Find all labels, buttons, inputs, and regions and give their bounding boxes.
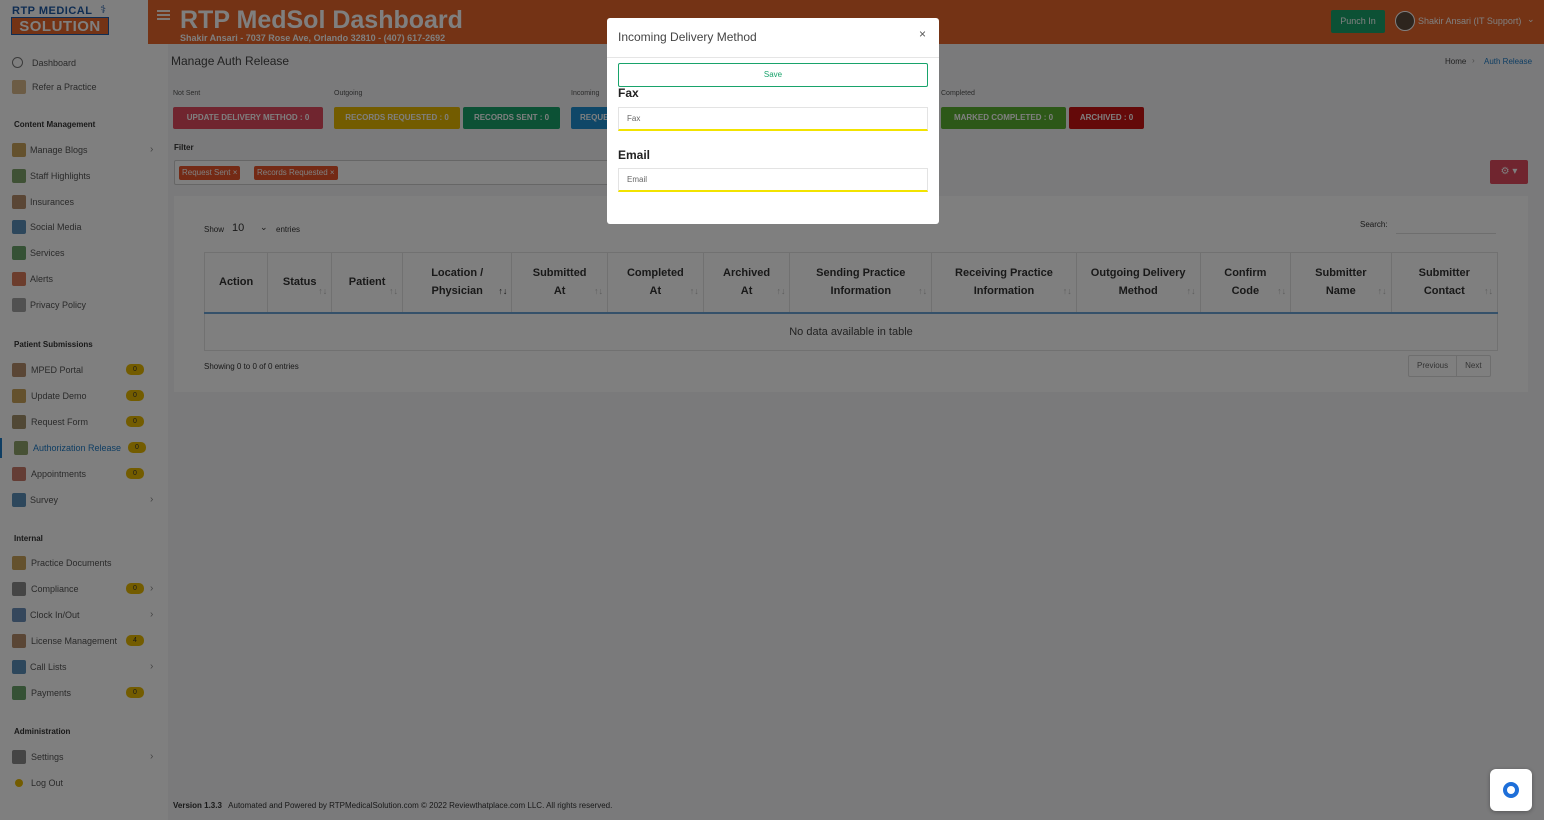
fax-label: Fax <box>618 86 639 100</box>
save-button[interactable]: Save <box>618 63 928 87</box>
modal-title: Incoming Delivery Method <box>618 30 757 44</box>
lifebuoy-icon <box>1503 782 1519 798</box>
fax-field[interactable] <box>618 107 928 131</box>
email-field[interactable] <box>618 168 928 192</box>
incoming-delivery-modal: Incoming Delivery Method × Save Fax Emai… <box>607 18 939 224</box>
help-button[interactable] <box>1490 769 1532 811</box>
divider <box>607 57 939 58</box>
close-icon[interactable]: × <box>919 27 926 41</box>
email-label: Email <box>618 148 651 162</box>
